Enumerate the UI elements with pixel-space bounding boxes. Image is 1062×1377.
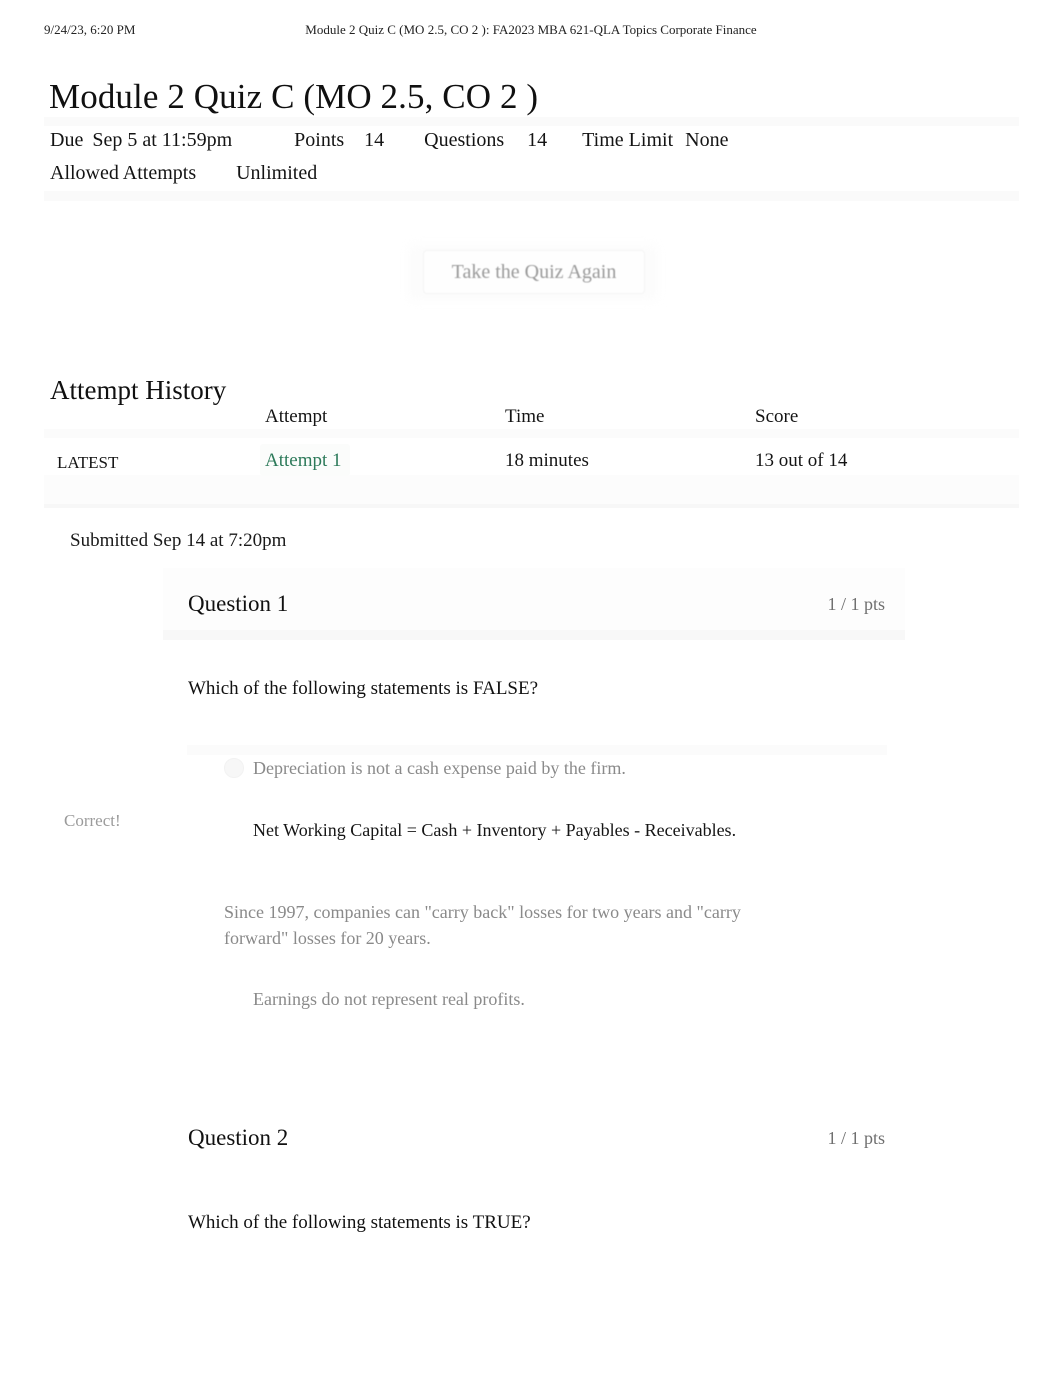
quiz-meta-band: Due Sep 5 at 11:59pm Points 14 Questions 14 Ti… xyxy=(44,117,1019,201)
question-title: Question 2 xyxy=(188,1125,289,1150)
quiz-meta-row-secondary: Allowed Attempts Unlimited xyxy=(50,161,317,185)
answer-separator xyxy=(187,745,887,755)
column-header-attempt: Attempt xyxy=(265,406,328,427)
time-limit-label: Time Limit xyxy=(582,129,674,151)
quiz-meta-row-primary: Due Sep 5 at 11:59pm Points 14 Questions 14 Ti… xyxy=(50,128,728,152)
correct-answer-flag: Correct! xyxy=(64,811,121,830)
latest-badge: LATEST xyxy=(57,453,119,472)
due-value: Sep 5 at 11:59pm xyxy=(92,129,233,151)
meta-divider-bottom xyxy=(44,191,1019,201)
table-row-shade xyxy=(44,475,1019,505)
question-header: Question 1 1 / 1 pts xyxy=(163,568,905,640)
table-bottom-divider xyxy=(44,504,1019,508)
column-header-time: Time xyxy=(505,406,545,427)
attempt-time-value: 18 minutes xyxy=(505,450,589,471)
answer-option-3[interactable]: Since 1997, companies can "carry back" l… xyxy=(224,899,754,951)
answer-option-4[interactable]: Earnings do not represent real profits. xyxy=(253,986,853,1012)
column-header-score: Score xyxy=(755,406,799,427)
question-prompt: Which of the following statements is FAL… xyxy=(188,678,539,699)
table-header-divider xyxy=(44,429,1019,438)
submitted-timestamp: Submitted Sep 14 at 7:20pm xyxy=(70,530,287,551)
take-quiz-again-button[interactable]: Take the Quiz Again xyxy=(423,250,645,294)
page-title: Module 2 Quiz C (MO 2.5, CO 2 ) xyxy=(49,77,539,117)
answer-radio-1[interactable] xyxy=(224,758,244,778)
question-points: 1 / 1 pts xyxy=(827,1128,885,1148)
question-prompt: Which of the following statements is TRU… xyxy=(188,1212,531,1233)
allowed-attempts-value: Unlimited xyxy=(236,162,318,184)
question-header: Question 2 1 / 1 pts xyxy=(163,1102,905,1170)
question-title: Question 1 xyxy=(188,591,289,616)
print-header: 9/24/23, 6:20 PM Module 2 Quiz C (MO 2.5… xyxy=(0,22,1062,40)
print-document-title: Module 2 Quiz C (MO 2.5, CO 2 ): FA2023 … xyxy=(305,22,757,37)
due-label: Due xyxy=(50,129,84,151)
time-limit-value: None xyxy=(685,129,729,151)
questions-label: Questions xyxy=(424,129,505,151)
points-value: 14 xyxy=(364,129,385,151)
allowed-attempts-label: Allowed Attempts xyxy=(50,162,197,184)
question-card: Question 2 1 / 1 pts Which of the follow… xyxy=(163,1102,905,1372)
points-label: Points xyxy=(294,129,345,151)
questions-value: 14 xyxy=(527,129,548,151)
attempt-history-table: Attempt Time Score LATEST Attempt 1 18 m… xyxy=(44,400,1019,512)
question-points: 1 / 1 pts xyxy=(827,594,885,614)
answer-option-2[interactable]: Net Working Capital = Cash + Inventory +… xyxy=(253,817,853,843)
answer-option-1[interactable]: Depreciation is not a cash expense paid … xyxy=(253,755,853,781)
question-header-divider xyxy=(163,630,905,640)
attempt-score-value: 13 out of 14 xyxy=(755,450,848,471)
attempt-1-link[interactable]: Attempt 1 xyxy=(265,449,342,473)
meta-divider-top xyxy=(44,117,1019,126)
retake-button-container: Take the Quiz Again xyxy=(408,245,658,301)
